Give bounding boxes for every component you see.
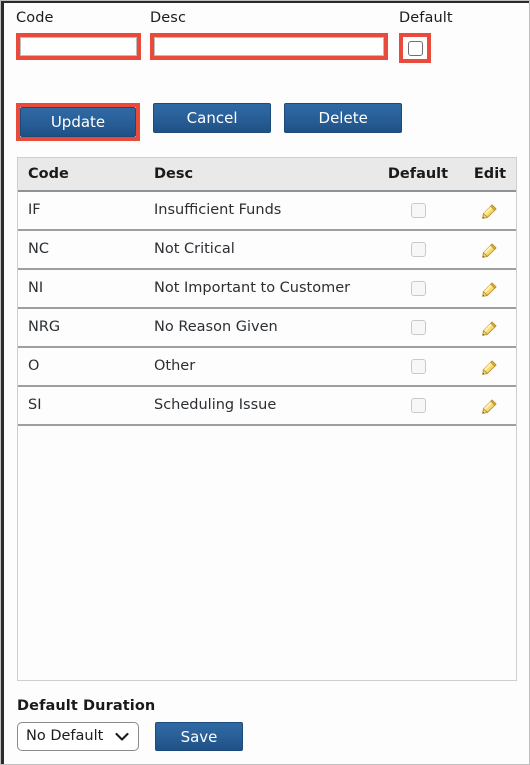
desc-field-group: Desc	[150, 10, 388, 60]
default-checkbox[interactable]	[407, 40, 423, 56]
code-label: Code	[16, 10, 54, 26]
cell-code: NRG	[28, 319, 61, 335]
cell-edit[interactable]	[464, 309, 516, 346]
row-default-checkbox	[410, 203, 426, 218]
pencil-icon[interactable]	[478, 316, 502, 340]
reason-code-table: Code Desc Default Edit IF Insufficient Fu…	[17, 157, 517, 681]
cell-code: O	[28, 358, 40, 374]
cell-desc: Insufficient Funds	[154, 202, 282, 218]
row-default-checkbox	[410, 398, 426, 413]
cell-code: IF	[28, 202, 41, 218]
table-header-row: Code Desc Default Edit	[18, 158, 516, 192]
cell-desc: Other	[154, 358, 196, 374]
cell-default	[372, 192, 464, 229]
cell-default	[372, 231, 464, 268]
default-duration-section: Default Duration No Default Save	[17, 698, 517, 751]
table-row[interactable]: NRG No Reason Given	[18, 309, 516, 348]
cell-edit[interactable]	[464, 270, 516, 307]
cell-edit[interactable]	[464, 192, 516, 229]
default-label: Default	[399, 10, 453, 26]
default-field-group: Default	[399, 10, 453, 63]
default-duration-select[interactable]: No Default	[17, 722, 139, 751]
cell-desc: Scheduling Issue	[154, 397, 277, 413]
table-body: IF Insufficient Funds NC Not Critical NI Not …	[18, 192, 516, 426]
column-header-code[interactable]: Code	[18, 158, 150, 190]
row-default-checkbox	[410, 281, 426, 296]
page-root: Code Desc Default Update Cancel Delete C…	[0, 0, 530, 765]
cell-code: NI	[28, 280, 44, 296]
update-button-annotation: Update	[16, 103, 140, 141]
row-default-checkbox	[410, 242, 426, 257]
default-checkbox-annotation	[399, 33, 431, 63]
cell-desc: Not Critical	[154, 241, 235, 257]
action-button-bar: Update Cancel Delete	[16, 103, 403, 141]
pencil-icon[interactable]	[478, 199, 502, 223]
desc-label: Desc	[150, 10, 187, 26]
cell-default	[372, 387, 464, 424]
table-row[interactable]: O Other	[18, 348, 516, 387]
page-edge-left	[1, 1, 4, 764]
default-duration-controls: No Default Save	[17, 722, 517, 751]
pencil-icon[interactable]	[478, 277, 502, 301]
cell-default	[372, 309, 464, 346]
cell-code: SI	[28, 397, 42, 413]
table-row[interactable]: NI Not Important to Customer	[18, 270, 516, 309]
cell-default	[372, 348, 464, 385]
code-input-annotation	[16, 33, 141, 60]
cell-edit[interactable]	[464, 348, 516, 385]
cancel-button[interactable]: Cancel	[153, 103, 272, 133]
table-row[interactable]: IF Insufficient Funds	[18, 192, 516, 231]
column-header-default[interactable]: Default	[372, 158, 464, 190]
code-input[interactable]	[20, 37, 137, 56]
table-row[interactable]: SI Scheduling Issue	[18, 387, 516, 426]
pencil-icon[interactable]	[478, 238, 502, 262]
page-edge-top	[1, 1, 529, 3]
chevron-down-icon	[115, 732, 129, 742]
page-content: Code Desc Default Update Cancel Delete C…	[5, 4, 529, 764]
cell-desc: Not Important to Customer	[154, 280, 351, 296]
row-default-checkbox	[410, 320, 426, 335]
desc-input-annotation	[150, 33, 388, 60]
cell-code: NC	[28, 241, 49, 257]
row-default-checkbox	[410, 359, 426, 374]
desc-input[interactable]	[154, 37, 384, 56]
cell-edit[interactable]	[464, 231, 516, 268]
column-header-edit[interactable]: Edit	[464, 158, 516, 190]
default-duration-label: Default Duration	[17, 698, 156, 714]
code-field-group: Code	[16, 10, 141, 60]
column-header-desc[interactable]: Desc	[150, 158, 372, 190]
cell-desc: No Reason Given	[154, 319, 278, 335]
cell-edit[interactable]	[464, 387, 516, 424]
pencil-icon[interactable]	[478, 394, 502, 418]
save-button[interactable]: Save	[155, 722, 243, 751]
entry-form: Code Desc Default	[5, 4, 529, 74]
default-duration-selected-value: No Default	[26, 728, 104, 744]
delete-button[interactable]: Delete	[284, 103, 403, 133]
pencil-icon[interactable]	[478, 355, 502, 379]
update-button[interactable]: Update	[20, 107, 136, 137]
cell-default	[372, 270, 464, 307]
table-row[interactable]: NC Not Critical	[18, 231, 516, 270]
